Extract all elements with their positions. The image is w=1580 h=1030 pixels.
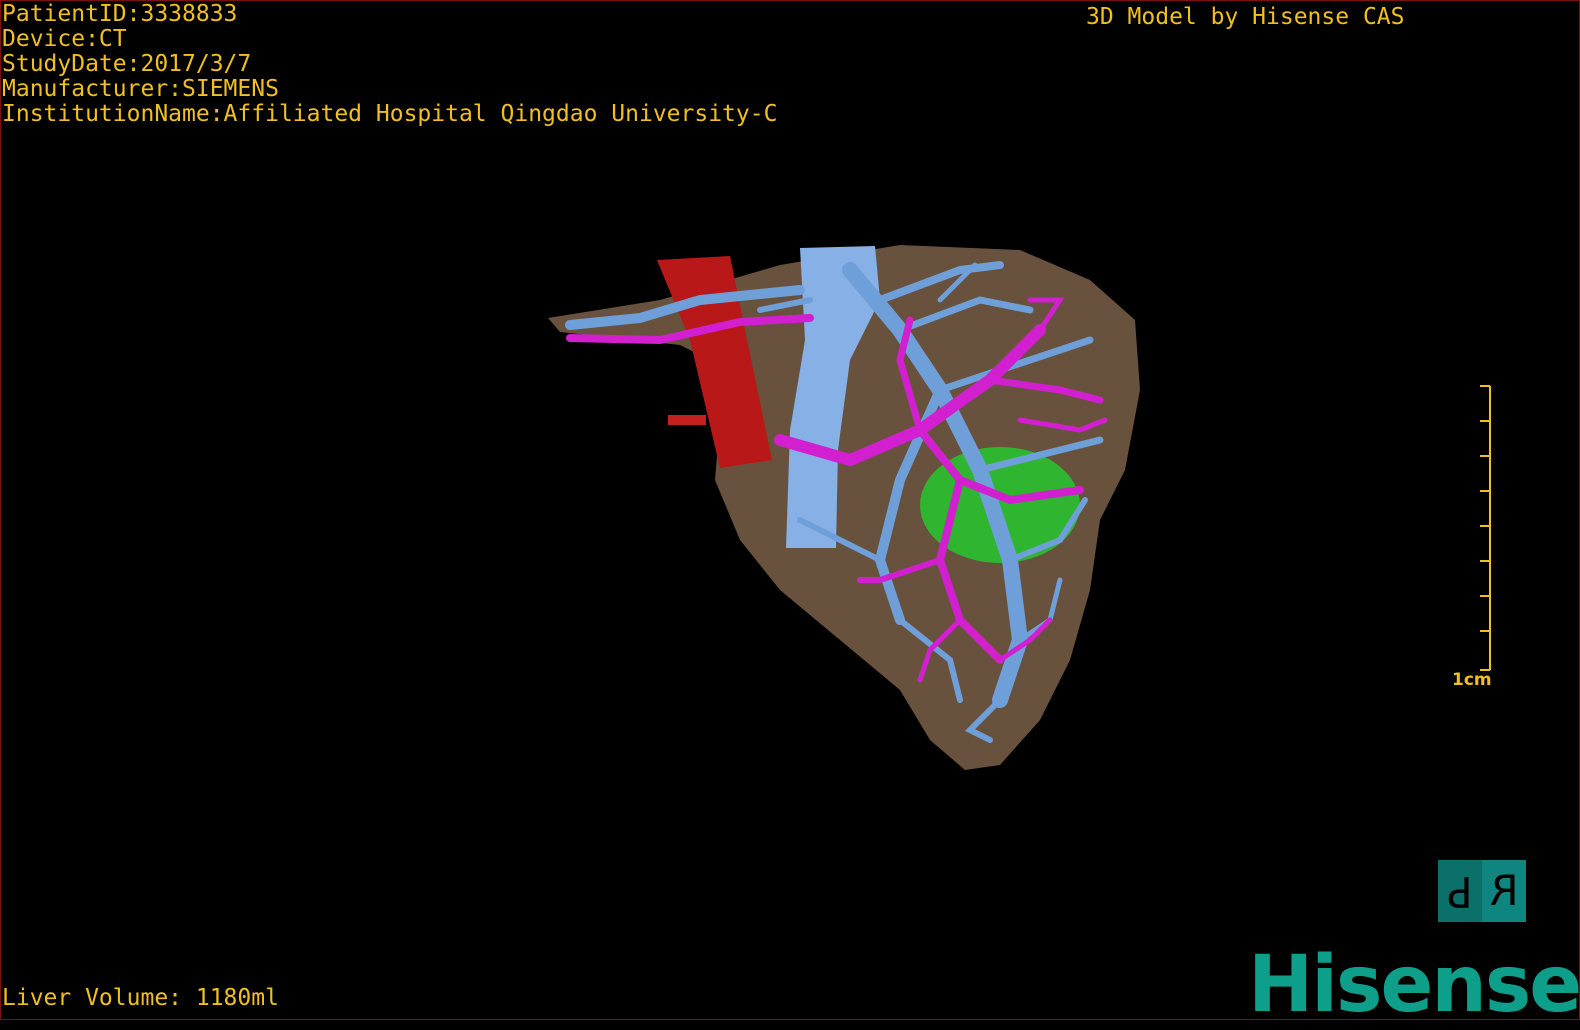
institution-text: InstitutionName:Affiliated Hospital Qing…: [2, 101, 778, 127]
scale-bar: [1480, 385, 1491, 671]
artery-branch: [668, 415, 706, 425]
orientation-right-label: R: [1482, 860, 1526, 922]
study-date-text: StudyDate:2017/3/7: [2, 51, 252, 77]
liver-volume-text: Liver Volume: 1180ml: [2, 985, 279, 1011]
3d-render-viewport[interactable]: [0, 0, 1580, 1020]
model-credit-text: 3D Model by Hisense CAS: [1086, 4, 1405, 30]
dicom-info-overlay: PatientID:3338833 Device:CT StudyDate:20…: [2, 2, 777, 127]
patient-id-text: PatientID:3338833: [2, 1, 238, 27]
orientation-cube[interactable]: P R: [1438, 860, 1526, 922]
orientation-posterior-label: P: [1447, 867, 1473, 916]
scale-bar-label: 1cm: [1452, 670, 1492, 690]
manufacturer-text: Manufacturer:SIEMENS: [2, 76, 279, 102]
hisense-logo: Hisense: [1248, 940, 1580, 1030]
device-text: Device:CT: [2, 26, 127, 52]
